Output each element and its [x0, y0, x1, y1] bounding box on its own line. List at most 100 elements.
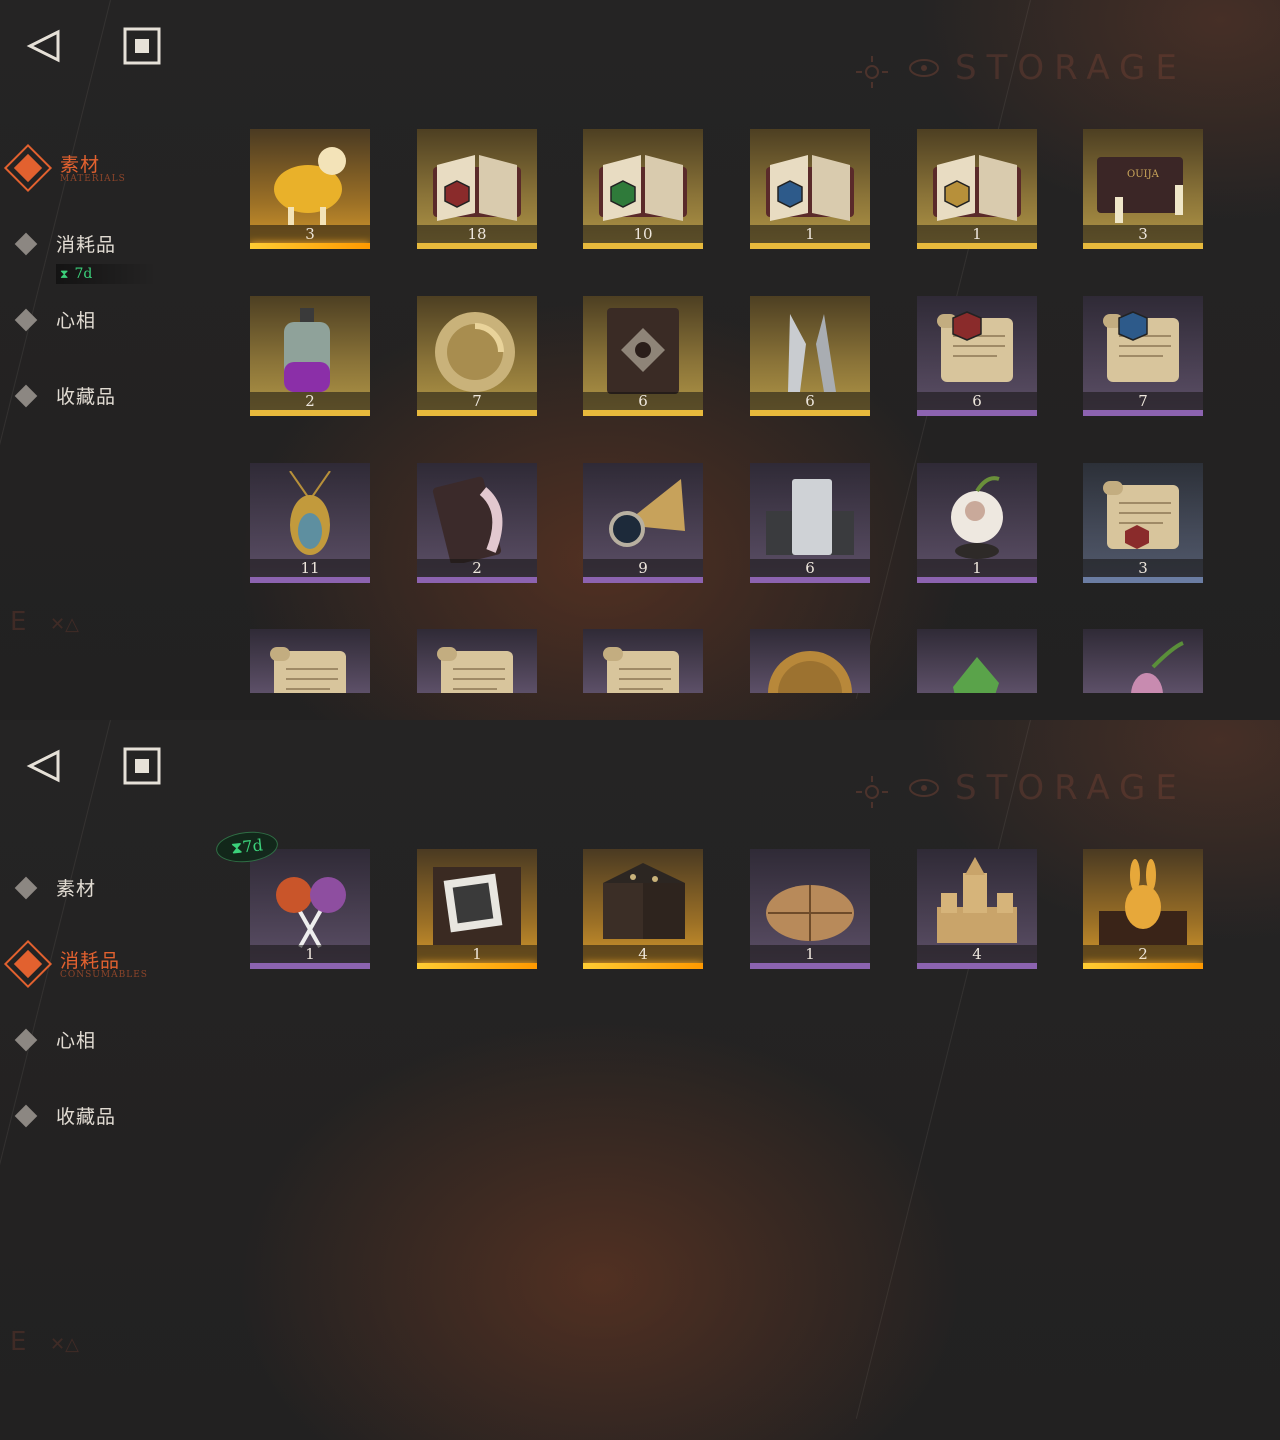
item-count: 2 — [417, 559, 537, 577]
sidebar-item-materials[interactable]: 素材 MATERIALS — [0, 138, 220, 193]
item-slot[interactable]: 3 — [250, 129, 370, 249]
back-icon[interactable] — [24, 26, 68, 66]
svg-text:E: E — [10, 1327, 26, 1356]
item-slot[interactable]: 7 — [1083, 296, 1203, 416]
storage-consumables-screen: STORAGE E ✕△ 素材 消耗品 CONSUMABLES 心相 收藏品 1… — [0, 720, 1280, 1440]
hourglass-icon: ⧗ — [60, 267, 69, 281]
item-slot[interactable] — [417, 629, 537, 693]
item-slot[interactable]: 6 — [750, 463, 870, 583]
scroll-letter-icon — [1103, 481, 1179, 549]
rarity-bar — [583, 243, 703, 249]
rarity-bar — [1083, 963, 1203, 969]
diamond-icon — [14, 232, 38, 256]
home-icon[interactable] — [122, 746, 162, 786]
sidebar-item-collectibles[interactable]: 收藏品 — [0, 1092, 220, 1140]
item-slot[interactable]: 6 — [917, 296, 1037, 416]
item-slot[interactable]: 1 — [917, 129, 1037, 249]
item-slot[interactable]: 1 — [250, 849, 370, 969]
item-count: 18 — [417, 225, 537, 243]
item-slot[interactable]: 2 — [1083, 849, 1203, 969]
item-count: 1 — [750, 225, 870, 243]
storage-watermark: STORAGE — [955, 768, 1187, 808]
golden-sheep-icon — [274, 147, 346, 225]
rarity-bar — [917, 243, 1037, 249]
scroll-red-seal-icon — [937, 311, 1013, 382]
rarity-bar — [250, 243, 370, 249]
beetle-amulet-icon — [289, 471, 331, 555]
item-slot[interactable]: 1 — [417, 849, 537, 969]
item-slot[interactable]: 2 — [417, 463, 537, 583]
sidebar-item-consumables[interactable]: 消耗品 — [0, 220, 220, 268]
item-slot[interactable]: 6 — [750, 296, 870, 416]
item-slot[interactable]: 4 — [583, 849, 703, 969]
item-count: 1 — [750, 945, 870, 963]
sidebar-item-collectibles[interactable]: 收藏品 — [0, 372, 220, 420]
item-slot[interactable]: 9 — [583, 463, 703, 583]
paper-parcel-icon — [766, 885, 854, 941]
item-count: 10 — [583, 225, 703, 243]
item-count: 1 — [917, 225, 1037, 243]
item-count: 4 — [583, 945, 703, 963]
sidebar-item-psychube[interactable]: 心相 — [0, 1016, 220, 1064]
item-slot[interactable]: 7 — [417, 296, 537, 416]
silver-bullets-icon — [788, 314, 836, 392]
item-slot[interactable]: 18 — [417, 129, 537, 249]
item-slot[interactable]: 6 — [583, 296, 703, 416]
sidebar-item-label: 收藏品 — [56, 386, 117, 408]
item-slot[interactable] — [917, 629, 1037, 693]
silver-ingot-icon — [766, 479, 854, 555]
golden-rabbit-box-icon — [1099, 859, 1187, 945]
item-slot[interactable]: 2 — [250, 296, 370, 416]
green-crystal-icon — [953, 657, 999, 693]
scroll-blue-seal-icon — [1103, 311, 1179, 382]
rarity-bar — [917, 963, 1037, 969]
corner-decor-icon: E ✕△ — [10, 1327, 79, 1356]
sidebar-item-label: 心相 — [56, 1030, 97, 1052]
item-slot[interactable]: 11 — [250, 463, 370, 583]
sidebar-item-label: 收藏品 — [56, 1106, 117, 1128]
item-slot[interactable] — [583, 629, 703, 693]
item-slot[interactable]: 10 — [583, 129, 703, 249]
item-count: 1 — [917, 559, 1037, 577]
storage-materials-screen: STORAGE E ✕△ 素材 MATERIALS 消耗品 ⧗ 7d 心相 收藏品… — [0, 0, 1280, 720]
photo-box-icon — [433, 867, 521, 945]
item-count: 6 — [917, 392, 1037, 410]
rarity-bar — [250, 963, 370, 969]
item-slot[interactable]: 4 — [917, 849, 1037, 969]
item-count: 11 — [250, 559, 370, 577]
sidebar-item-materials[interactable]: 素材 — [0, 864, 220, 912]
diamond-icon — [14, 1104, 38, 1128]
item-count: 6 — [750, 559, 870, 577]
diamond-icon — [14, 384, 38, 408]
book-green-seal-icon — [599, 155, 687, 221]
item-count: 2 — [250, 392, 370, 410]
diamond-icon — [14, 308, 38, 332]
item-count: 3 — [1083, 225, 1203, 243]
rarity-bar — [750, 963, 870, 969]
feather-case-icon — [432, 476, 503, 563]
item-slot[interactable]: OUIJA 3 — [1083, 129, 1203, 249]
scroll-icon — [437, 647, 513, 693]
item-count: 4 — [917, 945, 1037, 963]
svg-text:OUIJA: OUIJA — [1127, 169, 1160, 180]
sidebar-item-sub: CONSUMABLES — [60, 970, 148, 980]
sidebar-item-consumables[interactable]: 消耗品 CONSUMABLES — [0, 934, 220, 989]
item-slot[interactable]: 3 — [1083, 463, 1203, 583]
item-slot[interactable]: 1 — [917, 463, 1037, 583]
timer-text: 7d — [241, 835, 264, 857]
sidebar-item-label: 消耗品 — [56, 234, 117, 256]
item-slot[interactable] — [250, 629, 370, 693]
home-icon[interactable] — [122, 26, 162, 66]
sidebar-item-label: 素材 — [60, 154, 101, 176]
item-slot[interactable] — [1083, 629, 1203, 693]
back-icon[interactable] — [24, 746, 68, 786]
book-red-seal-icon — [433, 155, 521, 221]
rarity-bar — [750, 577, 870, 583]
svg-text:E: E — [10, 607, 26, 636]
sidebar-item-psychube[interactable]: 心相 — [0, 296, 220, 344]
item-slot[interactable]: 1 — [750, 849, 870, 969]
potion-bottle-icon — [284, 308, 330, 392]
item-slot[interactable]: 1 — [750, 129, 870, 249]
rarity-bar — [917, 577, 1037, 583]
item-slot[interactable] — [750, 629, 870, 693]
